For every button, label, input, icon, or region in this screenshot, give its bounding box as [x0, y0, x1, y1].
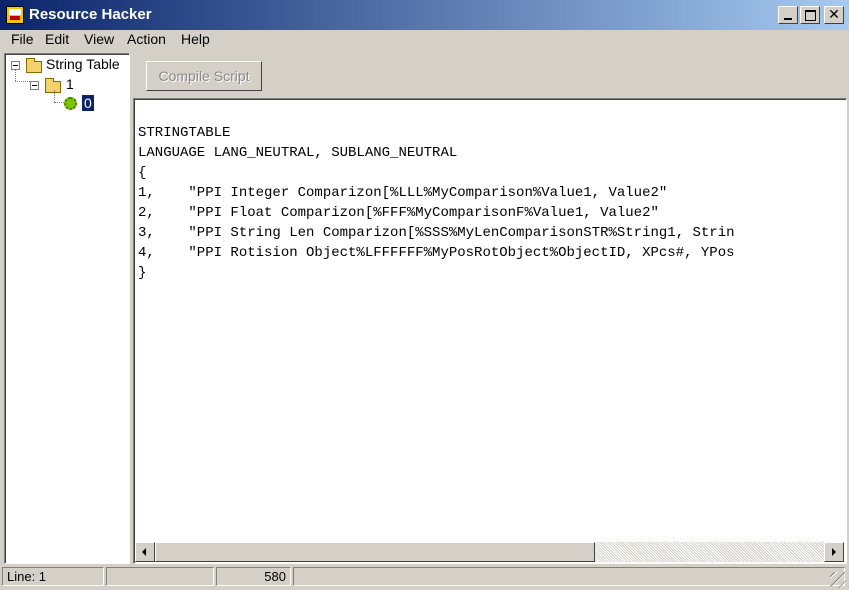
- resource-gear-icon: [64, 97, 77, 110]
- code-line: STRINGTABLE: [138, 125, 231, 141]
- code-line: 1, "PPI Integer Comparizon[%LLL%MyCompar…: [138, 185, 668, 201]
- open-folder-icon: [45, 78, 61, 93]
- tree-node-0[interactable]: 0: [81, 94, 95, 112]
- horizontal-scrollbar[interactable]: [135, 542, 844, 562]
- collapse-icon-child[interactable]: [30, 81, 39, 90]
- script-text[interactable]: STRINGTABLE LANGUAGE LANG_NEUTRAL, SUBLA…: [138, 123, 735, 283]
- code-line: {: [138, 165, 147, 181]
- title-bar[interactable]: Resource Hacker ✕: [0, 0, 849, 30]
- resize-grip-icon[interactable]: [830, 572, 846, 588]
- collapse-icon-root[interactable]: [11, 61, 20, 70]
- app-icon[interactable]: [6, 6, 24, 24]
- minimize-button[interactable]: [778, 6, 798, 24]
- open-folder-icon: [26, 58, 42, 73]
- status-panel-2: [106, 567, 214, 586]
- close-icon: ✕: [828, 7, 840, 23]
- menu-help[interactable]: Help: [181, 31, 210, 47]
- scrollbar-thumb[interactable]: [155, 542, 595, 562]
- window-title: Resource Hacker: [29, 6, 152, 23]
- status-panel-4: [293, 567, 845, 586]
- status-count: 580: [216, 567, 291, 586]
- resource-tree[interactable]: String Table 1 0: [4, 53, 130, 564]
- maximize-button[interactable]: [800, 6, 820, 24]
- tree-node-1[interactable]: 1: [66, 76, 74, 92]
- menu-file[interactable]: File: [11, 31, 34, 47]
- code-line: }: [138, 265, 147, 281]
- menu-edit[interactable]: Edit: [45, 31, 69, 47]
- menu-action[interactable]: Action: [127, 31, 166, 47]
- code-line: 4, "PPI Rotision Object%LFFFFFF%MyPosRot…: [138, 245, 735, 261]
- compile-script-button[interactable]: Compile Script: [146, 61, 262, 91]
- tree-node-string-table[interactable]: String Table: [46, 56, 120, 72]
- app-window: Resource Hacker ✕ File Edit View Action …: [0, 0, 849, 590]
- compile-script-label: Compile Script: [158, 68, 250, 84]
- script-editor[interactable]: STRINGTABLE LANGUAGE LANG_NEUTRAL, SUBLA…: [133, 98, 847, 564]
- scroll-left-arrow-icon[interactable]: [135, 542, 155, 562]
- scroll-right-arrow-icon[interactable]: [824, 542, 844, 562]
- close-button[interactable]: ✕: [824, 6, 844, 24]
- code-line: 2, "PPI Float Comparizon[%FFF%MyComparis…: [138, 205, 659, 221]
- menu-view[interactable]: View: [84, 31, 114, 47]
- code-line: LANGUAGE LANG_NEUTRAL, SUBLANG_NEUTRAL: [138, 145, 458, 161]
- code-line: 3, "PPI String Len Comparizon[%SSS%MyLen…: [138, 225, 735, 241]
- status-line: Line: 1: [2, 567, 104, 586]
